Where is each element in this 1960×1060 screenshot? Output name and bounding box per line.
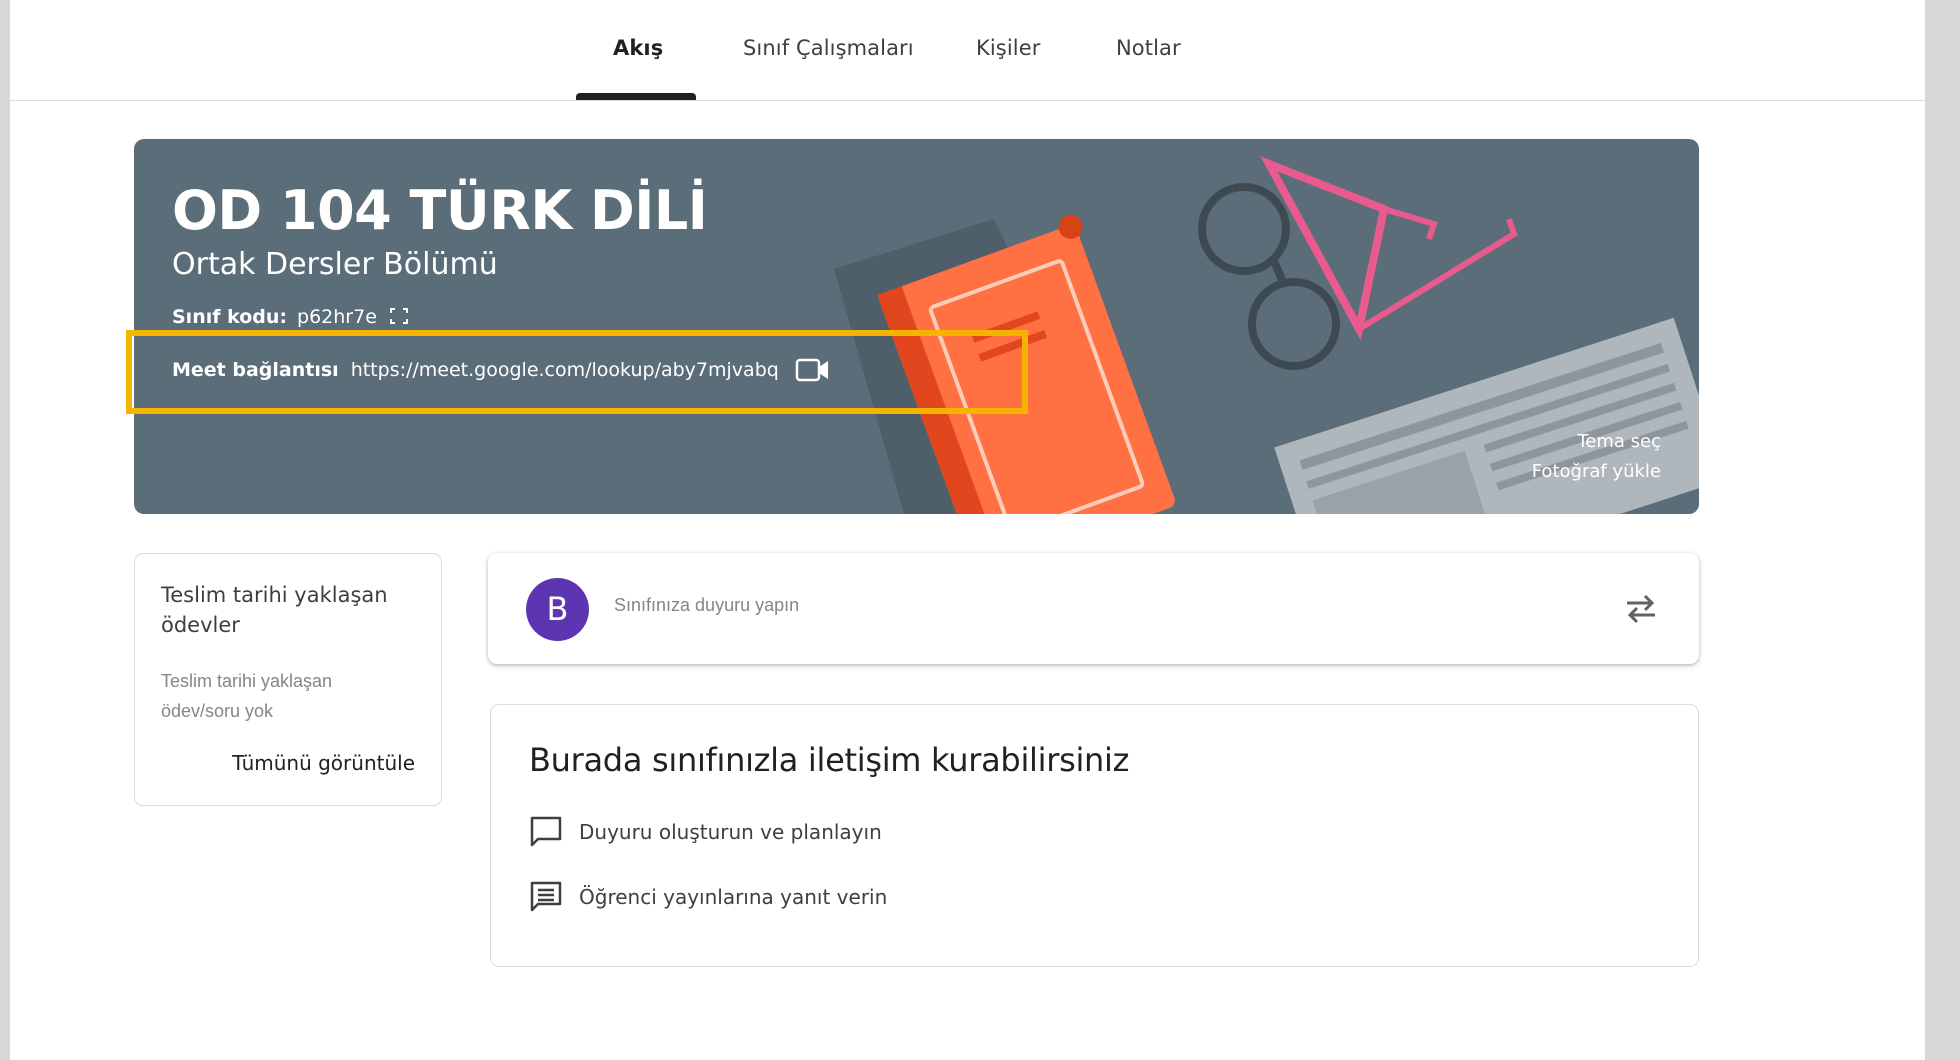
tab-stream[interactable]: Akış xyxy=(613,36,663,66)
upcoming-title: Teslim tarihi yaklaşan ödevler xyxy=(161,583,388,637)
active-tab-indicator xyxy=(576,93,696,100)
highlight-box xyxy=(126,330,1028,414)
select-theme-link[interactable]: Tema seç xyxy=(1577,431,1661,452)
scrollbar[interactable] xyxy=(1925,0,1960,1060)
upcoming-assignments-card: Teslim tarihi yaklaşan ödevler Teslim ta… xyxy=(134,553,442,806)
repost-icon[interactable] xyxy=(1623,589,1659,627)
announcement-input[interactable]: Sınıfınıza duyuru yapın xyxy=(614,595,799,616)
communication-info-card: Burada sınıfınızla iletişim kurabilirsin… xyxy=(490,704,1699,967)
announcement-box[interactable]: B Sınıfınıza duyuru yapın xyxy=(488,553,1699,664)
message-lines-icon xyxy=(530,881,562,912)
class-code-value[interactable]: p62hr7e xyxy=(297,306,377,328)
avatar: B xyxy=(526,578,589,641)
upcoming-empty-text: Teslim tarihi yaklaşan ödev/soru yok xyxy=(161,671,333,721)
info-title: Burada sınıfınızla iletişim kurabilirsin… xyxy=(529,741,1130,779)
info-item-label: Öğrenci yayınlarına yanıt verin xyxy=(579,885,888,909)
classroom-page: Akış Sınıf Çalışmaları Kişiler Notlar OD… xyxy=(10,0,1925,1060)
class-title: OD 104 TÜRK DİLİ xyxy=(172,179,708,242)
chat-bubble-icon xyxy=(530,816,562,847)
class-banner: OD 104 TÜRK DİLİ Ortak Dersler Bölümü Sı… xyxy=(134,139,1699,514)
upload-photo-link[interactable]: Fotoğraf yükle xyxy=(1532,461,1661,482)
top-navigation: Akış Sınıf Çalışmaları Kişiler Notlar xyxy=(10,0,1925,101)
class-section: Ortak Dersler Bölümü xyxy=(172,247,498,282)
info-item-respond-posts: Öğrenci yayınlarına yanıt verin xyxy=(529,880,887,914)
fullscreen-icon[interactable] xyxy=(389,307,409,325)
class-code-row: Sınıf kodu: p62hr7e xyxy=(172,306,409,328)
info-item-label: Duyuru oluşturun ve planlayın xyxy=(579,820,882,844)
view-all-button[interactable]: Tümünü görüntüle xyxy=(232,751,415,775)
info-item-create-announcement: Duyuru oluşturun ve planlayın xyxy=(529,815,882,849)
tab-classwork[interactable]: Sınıf Çalışmaları xyxy=(743,36,914,66)
tab-people[interactable]: Kişiler xyxy=(976,36,1040,66)
class-code-label: Sınıf kodu: xyxy=(172,306,288,328)
tab-grades[interactable]: Notlar xyxy=(1116,36,1181,66)
